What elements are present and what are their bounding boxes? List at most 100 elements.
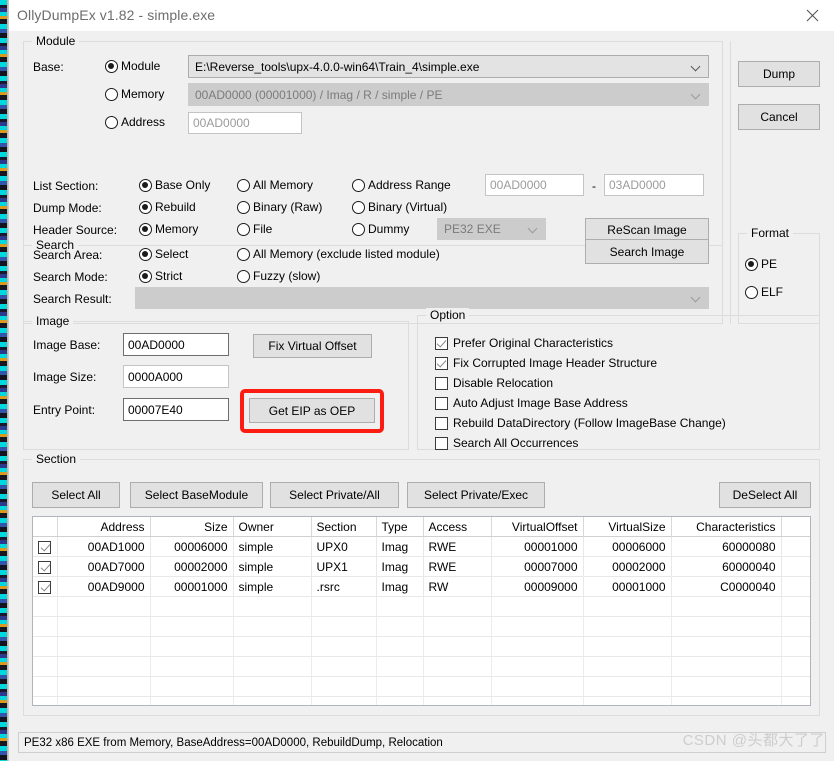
section-table[interactable]: Address Size Owner Section Type Access V… bbox=[32, 516, 811, 706]
checkbox-icon bbox=[435, 336, 448, 350]
table-row-empty[interactable] bbox=[33, 616, 810, 637]
search-area-select[interactable]: Select bbox=[139, 247, 188, 261]
cell-virtualsize: 00002000 bbox=[583, 556, 672, 577]
cell-section: .rsrc bbox=[311, 576, 377, 597]
get-eip-as-oep-button[interactable]: Get EIP as OEP bbox=[249, 398, 375, 423]
image-size-input[interactable]: 0000A000 bbox=[123, 365, 229, 388]
cell-access: RW bbox=[423, 576, 492, 597]
table-row-empty[interactable] bbox=[33, 636, 810, 657]
header-source-file[interactable]: File bbox=[237, 222, 272, 236]
base-option-memory[interactable]: Memory bbox=[105, 87, 164, 101]
row-checkbox-cell[interactable] bbox=[33, 576, 58, 597]
col-section[interactable]: Section bbox=[311, 517, 377, 537]
select-basemodule-label: Select BaseModule bbox=[144, 488, 249, 502]
dump-mode-rebuild[interactable]: Rebuild bbox=[139, 200, 196, 214]
dump-mode-binary-virtual-label: Binary (Virtual) bbox=[368, 200, 448, 214]
row-checkbox-cell[interactable] bbox=[33, 556, 58, 577]
memory-region-combo[interactable]: 00AD0000 (00001000) / Imag / R / simple … bbox=[188, 83, 709, 106]
col-owner[interactable]: Owner bbox=[233, 517, 312, 537]
rescan-image-label: ReScan Image bbox=[607, 223, 687, 237]
table-row[interactable]: 00AD9000 00001000 simple .rsrc Imag RW 0… bbox=[33, 576, 810, 597]
dump-mode-label: Dump Mode: bbox=[33, 201, 102, 215]
select-private-exec-button[interactable]: Select Private/Exec bbox=[407, 482, 545, 508]
header-source-dummy[interactable]: Dummy bbox=[352, 222, 409, 236]
option-fix-corrupted-image-header[interactable]: Fix Corrupted Image Header Structure bbox=[435, 356, 657, 370]
option-auto-adjust-image-base[interactable]: Auto Adjust Image Base Address bbox=[435, 396, 628, 410]
range-start-input[interactable]: 00AD0000 bbox=[485, 174, 584, 196]
col-size[interactable]: Size bbox=[150, 517, 234, 537]
base-address-input[interactable]: 00AD0000 bbox=[188, 112, 302, 134]
deselect-all-button[interactable]: DeSelect All bbox=[719, 482, 811, 508]
range-end-input[interactable]: 03AD0000 bbox=[604, 174, 704, 196]
entry-point-value: 00007E40 bbox=[128, 402, 183, 417]
dump-mode-binary-virtual[interactable]: Binary (Virtual) bbox=[352, 200, 447, 214]
dummy-type-value: PE32 EXE bbox=[444, 222, 501, 236]
list-section-all-memory[interactable]: All Memory bbox=[237, 178, 313, 192]
dummy-type-combo[interactable]: PE32 EXE bbox=[437, 218, 546, 240]
col-characteristics[interactable]: Characteristics bbox=[671, 517, 782, 537]
select-private-all-label: Select Private/All bbox=[289, 488, 380, 502]
search-result-combo[interactable] bbox=[135, 287, 709, 309]
list-section-address-range[interactable]: Address Range bbox=[352, 178, 451, 192]
radio-dot-search-all-memory-icon bbox=[237, 247, 250, 261]
radio-dot-search-select-icon bbox=[139, 247, 152, 261]
cell-characteristics: C0000040 bbox=[671, 576, 782, 597]
image-base-input[interactable]: 00AD0000 bbox=[123, 333, 229, 356]
base-address-value: 00AD0000 bbox=[193, 116, 250, 130]
cell-section: UPX0 bbox=[311, 536, 377, 557]
col-virtualsize[interactable]: VirtualSize bbox=[583, 517, 672, 537]
cell-owner: simple bbox=[233, 556, 312, 577]
option-disable-relocation[interactable]: Disable Relocation bbox=[435, 376, 553, 390]
table-row[interactable]: 00AD1000 00006000 simple UPX0 Imag RWE 0… bbox=[33, 536, 810, 557]
cell-virtualoffset: 00007000 bbox=[491, 556, 584, 577]
dump-button[interactable]: Dump bbox=[738, 61, 820, 87]
search-mode-fuzzy[interactable]: Fuzzy (slow) bbox=[237, 269, 320, 283]
radio-dot-header-memory-icon bbox=[139, 222, 152, 236]
cancel-button[interactable]: Cancel bbox=[738, 104, 820, 130]
search-area-all-memory[interactable]: All Memory (exclude listed module) bbox=[237, 247, 440, 261]
image-base-label: Image Base: bbox=[33, 338, 101, 352]
radio-dot-module-icon bbox=[105, 59, 118, 73]
base-option-module[interactable]: Module bbox=[105, 59, 160, 73]
option-prefer-original-characteristics[interactable]: Prefer Original Characteristics bbox=[435, 336, 613, 350]
select-all-button[interactable]: Select All bbox=[32, 482, 120, 508]
table-row-empty[interactable] bbox=[33, 596, 810, 617]
base-option-address[interactable]: Address bbox=[105, 115, 165, 129]
search-mode-strict[interactable]: Strict bbox=[139, 269, 182, 283]
entry-point-input[interactable]: 00007E40 bbox=[123, 398, 229, 421]
dump-mode-binary-raw[interactable]: Binary (Raw) bbox=[237, 200, 322, 214]
module-path-combo[interactable]: E:\Reverse_tools\upx-4.0.0-win64\Train_4… bbox=[188, 55, 709, 78]
radio-dot-binary-virtual-icon bbox=[352, 200, 365, 214]
cell-spacer bbox=[781, 536, 810, 557]
cell-virtualsize: 00001000 bbox=[583, 576, 672, 597]
col-check[interactable] bbox=[33, 517, 58, 537]
list-section-all-memory-label: All Memory bbox=[253, 178, 314, 192]
table-row-empty[interactable] bbox=[33, 656, 810, 677]
radio-dot-base-only-icon bbox=[139, 178, 152, 192]
range-end-value: 03AD0000 bbox=[609, 178, 666, 192]
select-private-exec-label: Select Private/Exec bbox=[423, 488, 529, 502]
table-row-empty[interactable] bbox=[33, 676, 810, 697]
col-address[interactable]: Address bbox=[57, 517, 151, 537]
search-image-button[interactable]: Search Image bbox=[585, 239, 709, 264]
header-source-memory[interactable]: Memory bbox=[139, 222, 198, 236]
col-type[interactable]: Type bbox=[376, 517, 424, 537]
select-basemodule-button[interactable]: Select BaseModule bbox=[130, 482, 263, 508]
select-private-all-button[interactable]: Select Private/All bbox=[270, 482, 399, 508]
format-option-elf[interactable]: ELF bbox=[745, 285, 783, 299]
col-virtualoffset[interactable]: VirtualOffset bbox=[491, 517, 584, 537]
base-label: Base: bbox=[33, 60, 64, 74]
table-row[interactable]: 00AD7000 00002000 simple UPX1 Imag RWE 0… bbox=[33, 556, 810, 577]
option-rebuild-datadirectory[interactable]: Rebuild DataDirectory (Follow ImageBase … bbox=[435, 416, 726, 430]
option-search-all-occurrences[interactable]: Search All Occurrences bbox=[435, 436, 578, 450]
close-button[interactable] bbox=[789, 0, 834, 31]
radio-dot-elf-icon bbox=[745, 285, 758, 299]
list-section-base-only[interactable]: Base Only bbox=[139, 178, 210, 192]
fix-virtual-offset-button[interactable]: Fix Virtual Offset bbox=[253, 334, 372, 358]
col-access[interactable]: Access bbox=[423, 517, 492, 537]
ollydumpex-window: OllyDumpEx v1.82 - simple.exe Module Bas… bbox=[8, 0, 834, 761]
chevron-down-icon bbox=[529, 224, 538, 233]
format-option-pe[interactable]: PE bbox=[745, 257, 777, 271]
row-checkbox-cell[interactable] bbox=[33, 536, 58, 557]
table-row-empty[interactable] bbox=[33, 696, 810, 705]
